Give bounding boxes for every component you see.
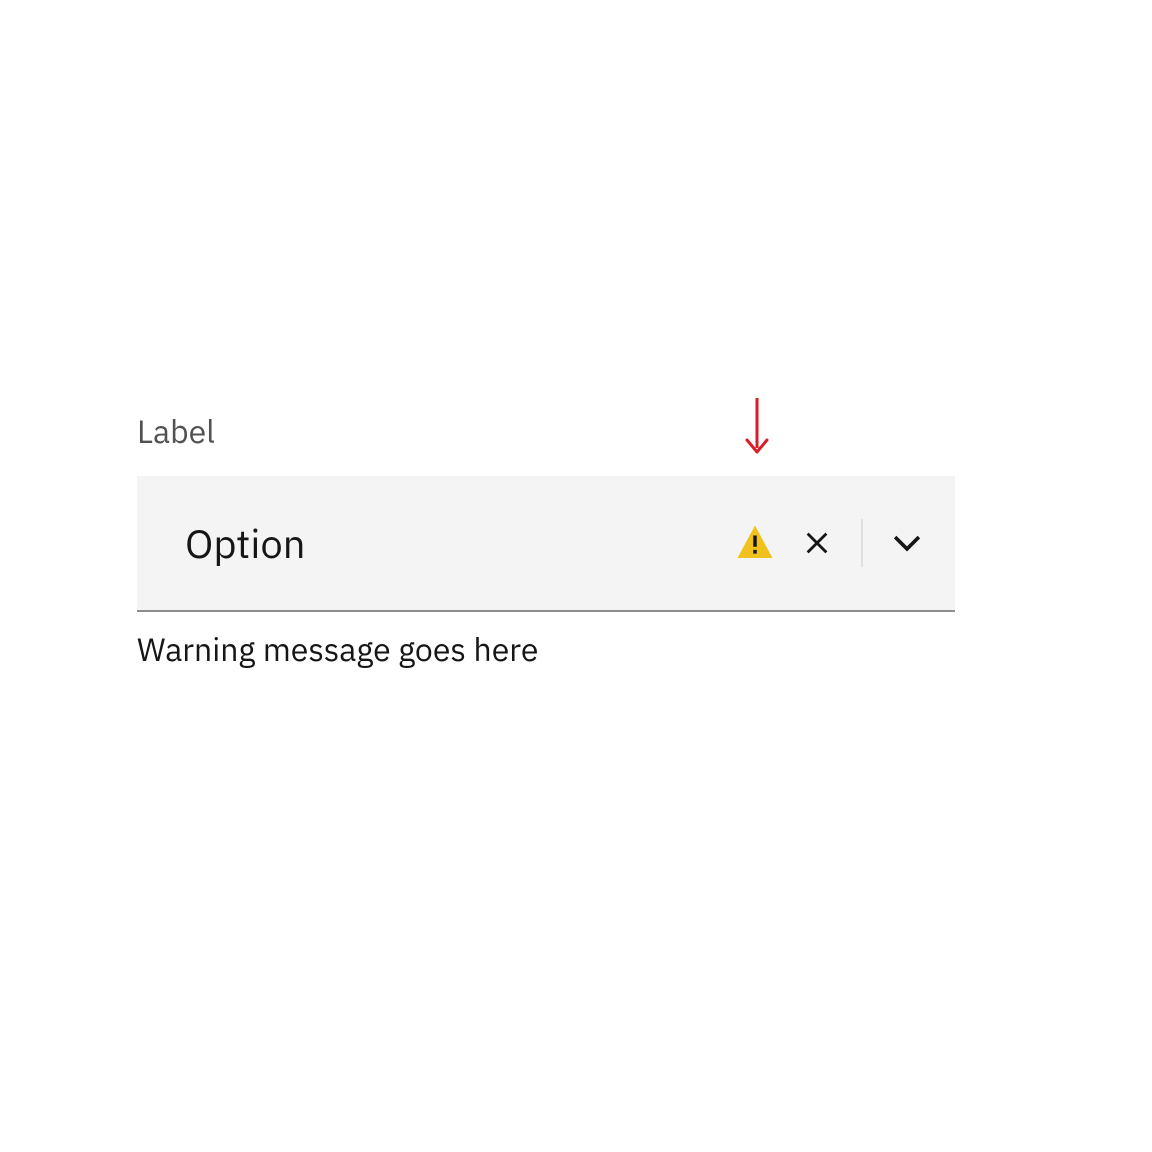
divider [861,519,863,567]
warning-icon [731,519,779,567]
chevron-down-icon [888,524,926,562]
dropdown-toggle-button[interactable] [883,519,931,567]
dropdown-selected-value: Option [185,517,731,569]
field-label: Label [137,410,955,452]
dropdown-field[interactable]: Option [137,476,955,612]
close-icon [802,528,832,558]
helper-text: Warning message goes here [137,628,955,670]
clear-button[interactable] [793,519,841,567]
